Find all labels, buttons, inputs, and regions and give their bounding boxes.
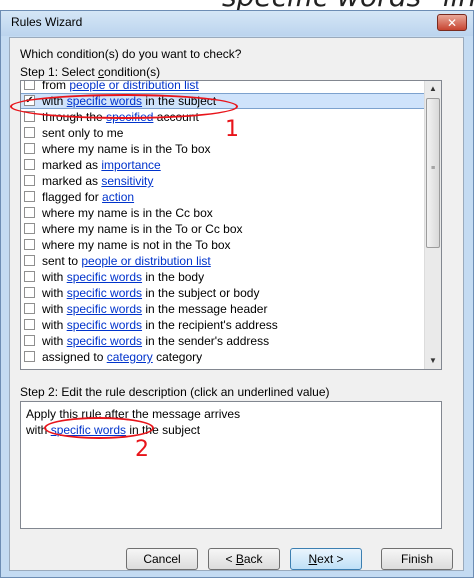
condition-item[interactable]: marked as sensitivity bbox=[21, 173, 425, 189]
condition-item[interactable]: marked as importance bbox=[21, 157, 425, 173]
conditions-rows: from people or distribution list ✔ with sp… bbox=[21, 81, 425, 365]
scroll-down-arrow-icon[interactable]: ▼ bbox=[425, 353, 441, 369]
finish-button[interactable]: Finish bbox=[381, 548, 453, 570]
condition-link[interactable]: specific words bbox=[67, 286, 142, 300]
grip-icon: ≡ bbox=[431, 165, 436, 172]
condition-item[interactable]: where my name is in the To or Cc box bbox=[21, 221, 425, 237]
window-title: Rules Wizard bbox=[11, 15, 83, 29]
condition-checkbox[interactable] bbox=[24, 175, 35, 186]
condition-checkbox[interactable] bbox=[24, 207, 35, 218]
condition-item[interactable]: where my name is in the To box bbox=[21, 141, 425, 157]
condition-item[interactable]: with specific words in the recipient's a… bbox=[21, 317, 425, 333]
condition-checkbox[interactable] bbox=[24, 143, 35, 154]
condition-item[interactable]: sent to people or distribution list bbox=[21, 253, 425, 269]
step2-label: Step 2: Edit the rule description (click… bbox=[20, 385, 330, 399]
cancel-button[interactable]: Cancel bbox=[126, 548, 198, 570]
condition-item[interactable]: with specific words in the message heade… bbox=[21, 301, 425, 317]
close-button[interactable]: ✕ bbox=[437, 14, 467, 31]
condition-checkbox[interactable] bbox=[24, 271, 35, 282]
condition-link[interactable]: specific words bbox=[67, 318, 142, 332]
close-icon: ✕ bbox=[446, 16, 458, 30]
condition-item[interactable]: where my name is in the Cc box bbox=[21, 205, 425, 221]
annotation-circle-2 bbox=[44, 417, 154, 439]
condition-link[interactable]: specific words bbox=[67, 270, 142, 284]
condition-link[interactable]: specific words bbox=[67, 334, 142, 348]
condition-item[interactable]: assigned to category category bbox=[21, 349, 425, 365]
step1-label: Step 1: Select condition(s) bbox=[20, 65, 161, 79]
condition-checkbox[interactable] bbox=[24, 159, 35, 170]
next-button[interactable]: Next > bbox=[290, 548, 362, 570]
condition-item[interactable]: with specific words in the body bbox=[21, 269, 425, 285]
condition-checkbox[interactable] bbox=[24, 191, 35, 202]
condition-checkbox[interactable] bbox=[24, 239, 35, 250]
annotation-circle-1 bbox=[10, 94, 238, 119]
scrollbar[interactable]: ▲ ≡ ▼ bbox=[424, 81, 441, 369]
condition-checkbox[interactable] bbox=[24, 223, 35, 234]
condition-checkbox[interactable] bbox=[24, 255, 35, 266]
condition-item[interactable]: where my name is not in the To box bbox=[21, 237, 425, 253]
condition-link[interactable]: importance bbox=[101, 158, 160, 172]
scroll-up-arrow-icon[interactable]: ▲ bbox=[425, 81, 441, 97]
annotation-number-1: 1 bbox=[225, 117, 239, 142]
condition-link[interactable]: people or distribution list bbox=[69, 81, 198, 92]
condition-checkbox[interactable] bbox=[24, 303, 35, 314]
condition-item[interactable]: with specific words in the sender's addr… bbox=[21, 333, 425, 349]
condition-checkbox[interactable] bbox=[24, 127, 35, 138]
annotation-number-2: 2 bbox=[135, 437, 149, 462]
condition-item[interactable]: flagged for action bbox=[21, 189, 425, 205]
condition-link[interactable]: people or distribution list bbox=[81, 254, 210, 268]
condition-item[interactable]: with specific words in the subject or bo… bbox=[21, 285, 425, 301]
condition-checkbox[interactable] bbox=[24, 319, 35, 330]
condition-checkbox[interactable] bbox=[24, 335, 35, 346]
condition-checkbox[interactable] bbox=[24, 351, 35, 362]
condition-checkbox[interactable] bbox=[24, 287, 35, 298]
condition-checkbox[interactable] bbox=[24, 81, 35, 90]
condition-link[interactable]: category bbox=[107, 350, 153, 364]
condition-link[interactable]: sensitivity bbox=[101, 174, 153, 188]
condition-item[interactable]: from people or distribution list bbox=[21, 81, 425, 93]
scroll-thumb[interactable]: ≡ bbox=[426, 98, 440, 248]
condition-link[interactable]: action bbox=[102, 190, 134, 204]
question-label: Which condition(s) do you want to check? bbox=[20, 47, 242, 61]
condition-link[interactable]: specific words bbox=[67, 302, 142, 316]
title-bar: Rules Wizard ✕ bbox=[1, 11, 473, 36]
condition-item[interactable]: sent only to me bbox=[21, 125, 425, 141]
back-button[interactable]: < Back bbox=[208, 548, 280, 570]
